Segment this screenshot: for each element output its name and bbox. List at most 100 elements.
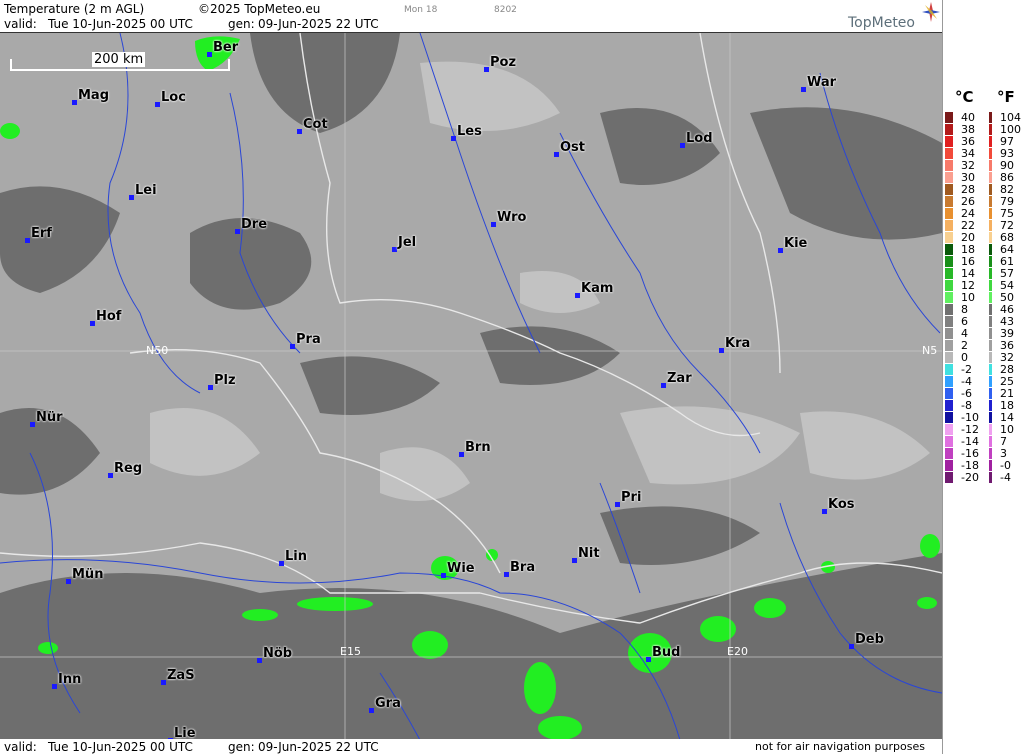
legend-swatch-c [945,424,953,435]
legend-fahrenheit-value: 25 [1000,375,1014,388]
legend-swatch-f [989,436,992,447]
legend-swatch-f [989,208,992,219]
legend-swatch-f [989,244,992,255]
valid-value: Tue 10-Jun-2025 00 UTC [48,17,193,31]
legend-celsius-value: 30 [961,171,975,184]
grid-label-e20: E20 [727,645,748,658]
model-code: 8202 [494,5,517,15]
legend-swatch-c [945,148,953,159]
legend-celsius-value: -18 [961,459,979,472]
chart-title: Temperature (2 m AGL) [4,2,145,16]
compass-logo-icon [922,2,940,22]
legend-swatch-c [945,412,953,423]
legend-swatch-f [989,196,992,207]
legend-celsius-value: 36 [961,135,975,148]
legend-fahrenheit-value: 7 [1000,435,1007,448]
legend-fahrenheit-value: 82 [1000,183,1014,196]
legend-swatch-c [945,316,953,327]
legend-swatch-c [945,388,953,399]
legend-swatch-c [945,268,953,279]
legend-swatch-c [945,460,953,471]
legend-celsius-value: 34 [961,147,975,160]
legend-fahrenheit-value: 75 [1000,207,1014,220]
legend-celsius-value: -20 [961,471,979,484]
legend-fahrenheit-value: 21 [1000,387,1014,400]
legend-fahrenheit-value: 86 [1000,171,1014,184]
legend-celsius-value: 18 [961,243,975,256]
legend-swatch-f [989,160,992,171]
legend-swatch-c [945,448,953,459]
legend-fahrenheit-value: 10 [1000,423,1014,436]
legend-swatch-c [945,244,953,255]
legend-swatch-f [989,112,992,123]
legend-swatch-f [989,268,992,279]
celsius-label: °C [955,88,974,106]
legend-swatch-c [945,256,953,267]
legend-swatch-f [989,364,992,375]
legend-swatch-f [989,220,992,231]
footer-gen-label: gen: [228,740,255,754]
legend-swatch-f [989,328,992,339]
legend-celsius-value: 8 [961,303,968,316]
legend-swatch-f [989,424,992,435]
legend-fahrenheit-value: 3 [1000,447,1007,460]
legend-fahrenheit-value: 50 [1000,291,1014,304]
legend-swatch-f [989,412,992,423]
legend-swatch-f [989,448,992,459]
legend-fahrenheit-value: 43 [1000,315,1014,328]
legend-swatch-c [945,376,953,387]
legend-celsius-value: -4 [961,375,972,388]
legend-celsius-value: -12 [961,423,979,436]
legend-swatch-c [945,352,953,363]
topmeteo-logo: TopMeteo [848,15,915,31]
legend-celsius-value: 32 [961,159,975,172]
legend-celsius-value: 40 [961,111,975,124]
legend-swatch-f [989,388,992,399]
legend-swatch-c [945,184,953,195]
legend-fahrenheit-value: 72 [1000,219,1014,232]
disclaimer: not for air navigation purposes [755,740,925,753]
legend-swatch-c [945,472,953,483]
legend-celsius-value: 20 [961,231,975,244]
legend-celsius-value: 12 [961,279,975,292]
map-field [0,33,942,740]
legend-swatch-c [945,124,953,135]
header-bar: Temperature (2 m AGL) ©2025 TopMeteo.eu … [0,0,942,32]
legend-celsius-value: 6 [961,315,968,328]
legend-swatch-f [989,316,992,327]
footer-valid-label: valid: [4,740,37,754]
legend-fahrenheit-value: 46 [1000,303,1014,316]
legend-swatch-f [989,136,992,147]
legend-swatch-f [989,172,992,183]
fahrenheit-label: °F [997,88,1015,106]
legend-fahrenheit-value: 68 [1000,231,1014,244]
footer-gen-value: 09-Jun-2025 22 UTC [258,740,379,754]
legend-fahrenheit-value: 61 [1000,255,1014,268]
legend-fahrenheit-value: 28 [1000,363,1014,376]
legend-swatch-c [945,304,953,315]
legend-celsius-value: -8 [961,399,972,412]
legend-swatch-f [989,148,992,159]
legend-fahrenheit-value: 93 [1000,147,1014,160]
legend-swatch-f [989,340,992,351]
legend-celsius-value: 28 [961,183,975,196]
temperature-map[interactable]: 200 km N50 N5 E15 E20 Ber Poz War Mag Lo… [0,32,942,741]
footer-valid-value: Tue 10-Jun-2025 00 UTC [48,740,193,754]
legend-fahrenheit-value: 90 [1000,159,1014,172]
legend-swatch-c [945,112,953,123]
legend-swatch-f [989,256,992,267]
legend-celsius-value: 10 [961,291,975,304]
legend-swatch-c [945,220,953,231]
legend-swatch-f [989,460,992,471]
legend-fahrenheit-value: -0 [1000,459,1011,472]
legend-celsius-value: -6 [961,387,972,400]
model-label: Mon 18 [404,5,438,15]
valid-label: valid: [4,17,37,31]
legend-swatch-c [945,436,953,447]
legend-swatch-c [945,328,953,339]
legend-celsius-value: -16 [961,447,979,460]
legend-swatch-f [989,184,992,195]
legend-swatch-c [945,340,953,351]
legend-fahrenheit-value: 104 [1000,111,1021,124]
legend-fahrenheit-value: 97 [1000,135,1014,148]
